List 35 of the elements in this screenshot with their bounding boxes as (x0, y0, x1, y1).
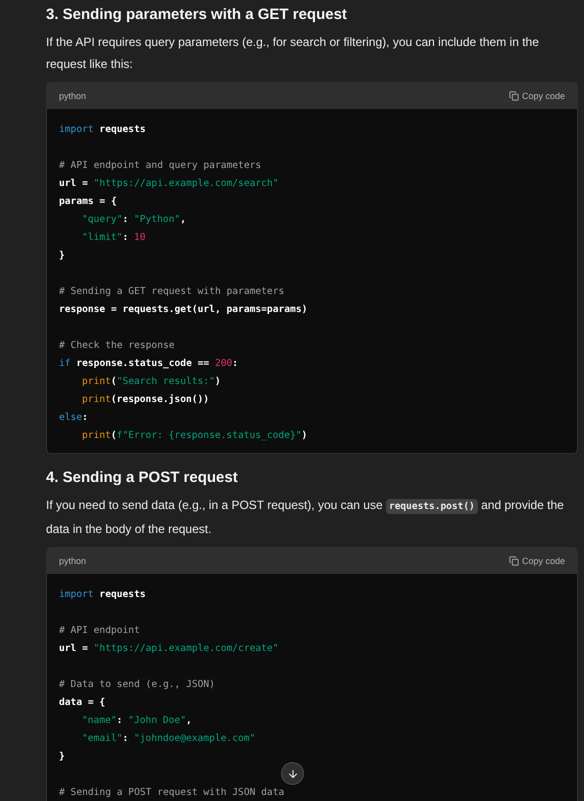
code-line: "email": "johndoe@example.com" (81, 732, 256, 746)
code-line: # Sending a POST request with JSON data (59, 786, 284, 800)
copy-icon (508, 91, 519, 101)
code-line: # API endpoint and query parameters (59, 159, 262, 173)
code-line: response = requests.get(url, params=params) (59, 303, 308, 317)
arrow-down-icon (286, 768, 298, 780)
code-line: } (59, 750, 65, 764)
code-line: import requests (59, 123, 146, 137)
code-line: "query": "Python", (81, 213, 186, 227)
code-line: data = { (59, 696, 106, 710)
code-line: url = "https://api.example.com/create" (59, 642, 278, 656)
paragraph: If you need to send data (e.g., in a POST request), you can use requests.post() and provide the data in the body of the request. (46, 497, 565, 538)
section-heading: 4. Sending a POST request (46, 468, 239, 488)
code-line: print("Search results:") (81, 375, 221, 389)
code-line: if response.status_code == 200: (59, 357, 238, 371)
code-line: print(response.json()) (81, 393, 210, 407)
code-line: print(f"Error: {response.status_code}") (81, 429, 308, 443)
code-line: } (59, 249, 65, 263)
language-label: python (59, 91, 86, 101)
code-line: # Check the response (59, 339, 175, 353)
copy-code-button[interactable]: Copy code (508, 556, 565, 566)
copy-icon (508, 556, 519, 566)
code-line: "name": "John Doe", (81, 714, 192, 728)
section-heading: 3. Sending parameters with a GET request (46, 5, 348, 25)
code-line: else: (59, 411, 88, 425)
code-line: import requests (59, 588, 146, 602)
copy-code-button[interactable]: Copy code (508, 91, 565, 101)
language-label: python (59, 556, 86, 566)
code-line: # Sending a GET request with parameters (59, 285, 284, 299)
code-line: url = "https://api.example.com/search" (59, 177, 278, 191)
code-line: params = { (59, 195, 117, 209)
code-line: "limit": 10 (81, 231, 146, 245)
code-line: # Data to send (e.g., JSON) (59, 678, 215, 692)
code-line: # API endpoint (59, 624, 140, 638)
paragraph: If the API requires query parameters (e.g., for search or filtering), you can include them in the request like this: (46, 34, 540, 73)
